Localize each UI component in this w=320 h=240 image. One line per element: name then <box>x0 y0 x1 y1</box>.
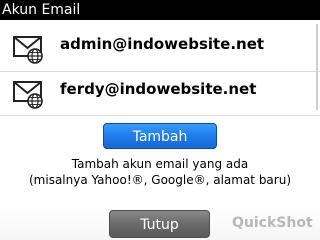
close-button[interactable]: Tutup <box>109 210 210 238</box>
scrollbar[interactable] <box>316 24 318 110</box>
account-email-ferdy: ferdy@indowebsite.net <box>60 80 257 98</box>
hint-line-2: (misalnya Yahoo!®, Google®, alamat baru) <box>28 173 292 187</box>
window-title: Akun Email <box>0 0 320 20</box>
mail-globe-icon <box>13 36 43 64</box>
add-account-button[interactable]: Tambah <box>103 123 217 149</box>
mail-globe-icon <box>13 81 43 109</box>
hint-line-1: Tambah akun email yang ada <box>71 157 249 171</box>
account-row-admin[interactable]: admin@indowebsite.net <box>0 28 320 72</box>
account-row-ferdy[interactable]: ferdy@indowebsite.net <box>0 73 320 116</box>
account-email-admin: admin@indowebsite.net <box>60 35 265 53</box>
quickshot-watermark: QuickShot <box>232 215 313 231</box>
email-accounts-screen: Akun Email admin@indowebsite.net ferdy@i… <box>0 0 320 240</box>
add-account-hint: Tambah akun email yang ada (misalnya Yah… <box>0 156 320 188</box>
